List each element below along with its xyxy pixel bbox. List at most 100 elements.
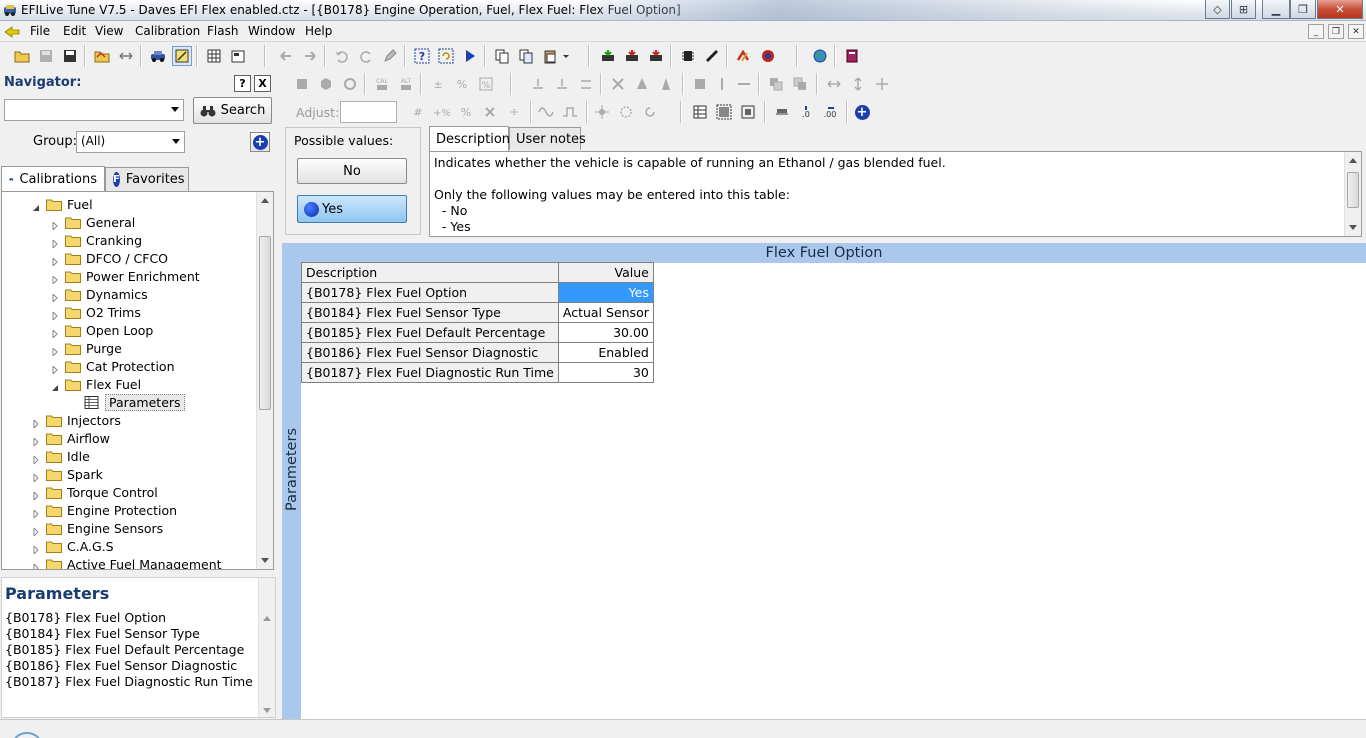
expanded-arrow-icon[interactable] (32, 200, 40, 211)
menu-edit[interactable]: Edit (63, 24, 86, 38)
decrease-decimals-icon[interactable]: .00 (820, 102, 840, 122)
paste-icon[interactable] (540, 46, 560, 66)
open-folder-icon[interactable] (92, 46, 112, 66)
tree-item[interactable]: Spark (32, 465, 103, 484)
value-column-header[interactable]: Value (557, 262, 654, 283)
table-view-icon[interactable] (690, 102, 710, 122)
copy-block-icon[interactable] (766, 74, 786, 94)
scroll-up-icon[interactable] (263, 616, 271, 621)
horizontal-bar-icon[interactable] (734, 74, 754, 94)
navigator-search-combo[interactable] (4, 99, 184, 121)
menu-help[interactable]: Help (305, 24, 332, 38)
tree-item[interactable]: Active Fuel Management (32, 555, 222, 569)
zoom-fit-icon[interactable] (738, 102, 758, 122)
collapsed-arrow-icon[interactable] (51, 308, 59, 322)
tree-scroll-thumb[interactable] (259, 236, 271, 410)
search-button[interactable]: Search (193, 97, 272, 124)
collapsed-arrow-icon[interactable] (51, 344, 59, 358)
refresh-dotted-icon[interactable] (436, 46, 456, 66)
parameter-item[interactable]: {B0186} Flex Fuel Sensor Diagnostic (5, 658, 237, 673)
collapsed-arrow-icon[interactable] (32, 506, 40, 520)
table-row[interactable]: {B0184} Flex Fuel Sensor Type Actual Sen… (301, 302, 654, 323)
copy-icon[interactable] (492, 46, 512, 66)
parameters-scrollbar[interactable] (258, 578, 275, 717)
multiply-icon[interactable] (480, 102, 500, 122)
fill-block-icon[interactable] (292, 74, 312, 94)
collapsed-arrow-icon[interactable] (32, 524, 40, 538)
properties-icon[interactable] (228, 46, 248, 66)
tree-item[interactable]: Fuel (32, 195, 93, 213)
tree-item[interactable]: Airflow (32, 429, 110, 448)
tree-item[interactable]: Power Enrichment (51, 267, 200, 286)
interpolate-down-icon[interactable] (576, 74, 596, 94)
smooth-icon[interactable] (608, 74, 628, 94)
interpolate-up-icon[interactable] (552, 74, 572, 94)
full-flash-icon[interactable] (646, 46, 666, 66)
description-text-area[interactable]: Indicates whether the vehicle is capable… (429, 151, 1362, 237)
scroll-down-icon[interactable] (261, 558, 269, 563)
window-minimize-button[interactable]: ▁ (1262, 0, 1290, 19)
collapsed-arrow-icon[interactable] (51, 254, 59, 268)
tree-item[interactable]: DFCO / CFCO (51, 249, 168, 268)
vertical-bar-icon[interactable] (712, 74, 732, 94)
paste-dropdown-icon[interactable] (560, 46, 572, 66)
mdi-close-button[interactable]: ✕ (1348, 24, 1364, 39)
tab-favorites[interactable]: F Favorites (105, 167, 189, 191)
book-icon[interactable] (842, 46, 862, 66)
table-row[interactable]: {B0187} Flex Fuel Diagnostic Run Time 30 (301, 362, 654, 383)
tree-item[interactable]: C.A.G.S (32, 537, 114, 556)
scan-tool-icon[interactable] (734, 46, 754, 66)
edit-pen-icon[interactable] (380, 46, 400, 66)
read-ecu-icon[interactable] (598, 46, 618, 66)
tab-calibrations[interactable]: Calibrations (1, 166, 105, 191)
scroll-up-icon[interactable] (261, 198, 269, 203)
gauge-icon[interactable] (758, 46, 778, 66)
table-row[interactable]: {B0186} Flex Fuel Sensor Diagnostic Enab… (301, 342, 654, 363)
row-value-cell[interactable]: 30.00 (557, 322, 654, 343)
navigator-close-button[interactable]: X (254, 75, 271, 92)
value-no-button[interactable]: No (297, 158, 407, 184)
collapsed-arrow-icon[interactable] (51, 290, 59, 304)
collapsed-arrow-icon[interactable] (32, 470, 40, 484)
forward-arrow-icon[interactable] (300, 46, 320, 66)
tree-item[interactable]: Cranking (51, 231, 142, 250)
back-arrow-icon[interactable] (276, 46, 296, 66)
star-burst-icon[interactable] (592, 102, 612, 122)
peak-icon[interactable] (632, 74, 652, 94)
tree-item[interactable]: Flex Fuel (51, 375, 141, 393)
redo-icon[interactable] (356, 46, 376, 66)
tree-item[interactable]: O2 Trims (51, 303, 141, 322)
row-value-cell[interactable]: Actual Sensor (557, 302, 654, 323)
menu-view[interactable]: View (95, 24, 123, 38)
fit-icon[interactable] (714, 102, 734, 122)
3d-block-icon[interactable] (316, 74, 336, 94)
percent-icon[interactable]: % (452, 74, 472, 94)
scroll-up-icon[interactable] (1349, 158, 1357, 163)
group-select[interactable]: (All) (76, 131, 185, 153)
expanded-arrow-icon[interactable] (51, 380, 59, 391)
tree-item[interactable]: Cat Protection (51, 357, 175, 376)
interpolate-icon[interactable] (528, 74, 548, 94)
tree-item[interactable]: Injectors (32, 411, 121, 430)
menu-file[interactable]: File (30, 24, 50, 38)
increase-decimals-icon[interactable]: .0 (796, 102, 816, 122)
vehicle-icon[interactable] (148, 46, 168, 66)
description-scrollbar[interactable] (1344, 152, 1361, 236)
add-group-button[interactable]: + (250, 132, 270, 152)
menu-calibration[interactable]: Calibration (135, 24, 200, 38)
hash-icon[interactable]: # (408, 102, 428, 122)
tree-item[interactable]: Purge (51, 339, 122, 358)
mdi-document-icon[interactable] (4, 25, 20, 39)
table-row[interactable]: {B0185} Flex Fuel Default Percentage 30.… (301, 322, 654, 343)
select-all-icon[interactable] (690, 74, 710, 94)
plus-minus-icon[interactable]: ± (428, 74, 448, 94)
percent-box-icon[interactable]: % (476, 74, 496, 94)
window-close-button[interactable]: ✕ (1317, 0, 1363, 19)
play-icon[interactable] (460, 46, 480, 66)
parameter-item[interactable]: {B0187} Flex Fuel Diagnostic Run Time (5, 674, 253, 689)
parameter-item[interactable]: {B0184} Flex Fuel Sensor Type (5, 626, 200, 641)
parameter-item[interactable]: {B0178} Flex Fuel Option (5, 610, 166, 625)
plus-minus-percent-icon[interactable]: +% (432, 102, 452, 122)
collapsed-arrow-icon[interactable] (51, 236, 59, 250)
add-circle-icon[interactable]: + (852, 102, 872, 122)
